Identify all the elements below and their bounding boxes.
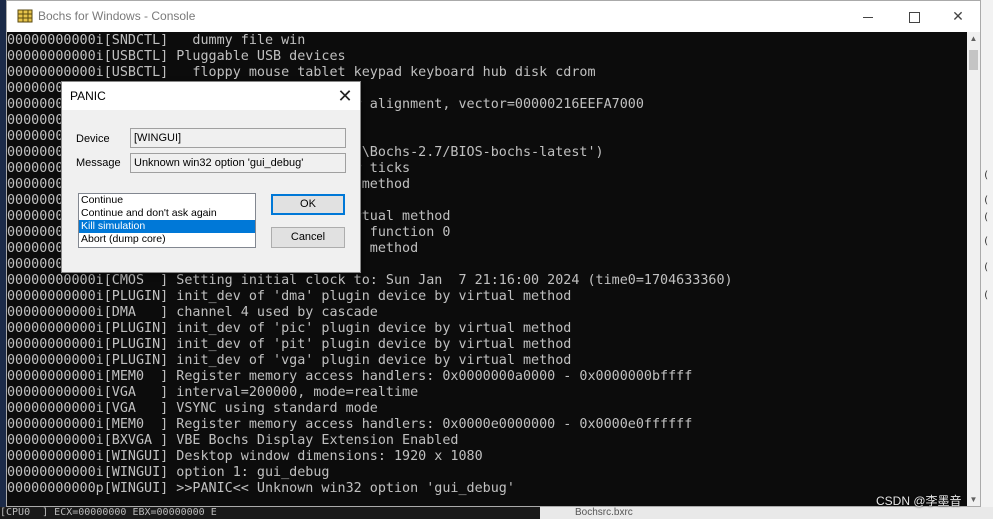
listbox-option[interactable]: Abort (dump core): [79, 233, 255, 246]
console-line: 00000000000i[SNDCTL] dummy file win: [7, 33, 306, 48]
console-line: 00000000000i[PLUGIN] init_dev of 'vga' p…: [7, 353, 572, 368]
close-icon: ✕: [952, 8, 964, 24]
dialog-close-button[interactable]: ✕: [332, 84, 358, 108]
listbox-option[interactable]: Continue: [79, 194, 255, 207]
scroll-up-arrow-icon[interactable]: ▲: [967, 32, 980, 45]
console-line: 00000000000i[CMOS ] Setting initial cloc…: [7, 273, 733, 288]
console-line: 00000000000i[DMA ] channel 4 used by cas…: [7, 305, 378, 320]
close-icon: ✕: [337, 86, 353, 106]
device-field: [WINGUI]: [130, 128, 346, 148]
close-button[interactable]: ✕: [935, 1, 981, 32]
maximize-button[interactable]: [891, 1, 937, 32]
background-taskbar-strip: [CPU0 ] ECX=00000000 EBX=00000000 E Boch…: [0, 507, 993, 519]
device-label: Device: [76, 133, 110, 145]
maximize-icon: [908, 11, 920, 23]
console-line: 00000000000p[WINGUI] >>PANIC<< Unknown w…: [7, 481, 515, 496]
background-console-text: [CPU0 ] ECX=00000000 EBX=00000000 E: [0, 507, 540, 519]
scroll-thumb[interactable]: [969, 50, 978, 70]
background-window-right: ( ( ( ( ( (: [980, 0, 993, 519]
panic-dialog: PANIC ✕ Device [WINGUI] Message Unknown …: [61, 81, 361, 273]
console-line: 00000000000i[BXVGA ] VBE Bochs Display E…: [7, 433, 459, 448]
console-line: 00000000000i[VGA ] VSYNC using standard …: [7, 401, 378, 416]
window-titlebar[interactable]: Bochs for Windows - Console ✕: [7, 1, 980, 32]
dialog-title: PANIC: [70, 89, 106, 103]
bochs-app-icon: [17, 9, 33, 23]
ok-button[interactable]: OK: [271, 194, 345, 215]
listbox-option[interactable]: Continue and don't ask again: [79, 207, 255, 220]
scroll-down-arrow-icon[interactable]: ▼: [967, 493, 980, 506]
console-line: 00000000000i[USBCTL] floppy mouse tablet…: [7, 65, 596, 80]
minimize-button[interactable]: [845, 1, 891, 32]
window-title: Bochs for Windows - Console: [38, 9, 196, 23]
console-line: 00000000000i[VGA ] interval=200000, mode…: [7, 385, 419, 400]
message-field: Unknown win32 option 'gui_debug': [130, 153, 346, 173]
console-line: 00000000000i[MEM0 ] Register memory acce…: [7, 417, 693, 432]
console-line: 00000000000i[WINGUI] option 1: gui_debug: [7, 465, 330, 480]
cancel-button[interactable]: Cancel: [271, 227, 345, 248]
dialog-titlebar[interactable]: PANIC ✕: [62, 82, 360, 110]
console-scrollbar[interactable]: ▲ ▼: [967, 32, 980, 506]
console-line: 00000000000i[USBCTL] Pluggable USB devic…: [7, 49, 346, 64]
console-line: 00000000000i[WINGUI] Desktop window dime…: [7, 449, 483, 464]
console-line: 00000000000i[PLUGIN] init_dev of 'pic' p…: [7, 321, 572, 336]
console-line: 00000000000i[PLUGIN] init_dev of 'pit' p…: [7, 337, 572, 352]
console-line: 00000000000i[PLUGIN] init_dev of 'dma' p…: [7, 289, 572, 304]
message-label: Message: [76, 157, 121, 169]
watermark: CSDN @李墨音: [876, 494, 962, 508]
minimize-icon: [863, 16, 873, 18]
action-listbox[interactable]: Continue Continue and don't ask again Kill…: [78, 193, 256, 248]
console-line: 00000000000i[MEM0 ] Register memory acce…: [7, 369, 693, 384]
listbox-option[interactable]: Kill simulation: [79, 220, 255, 233]
